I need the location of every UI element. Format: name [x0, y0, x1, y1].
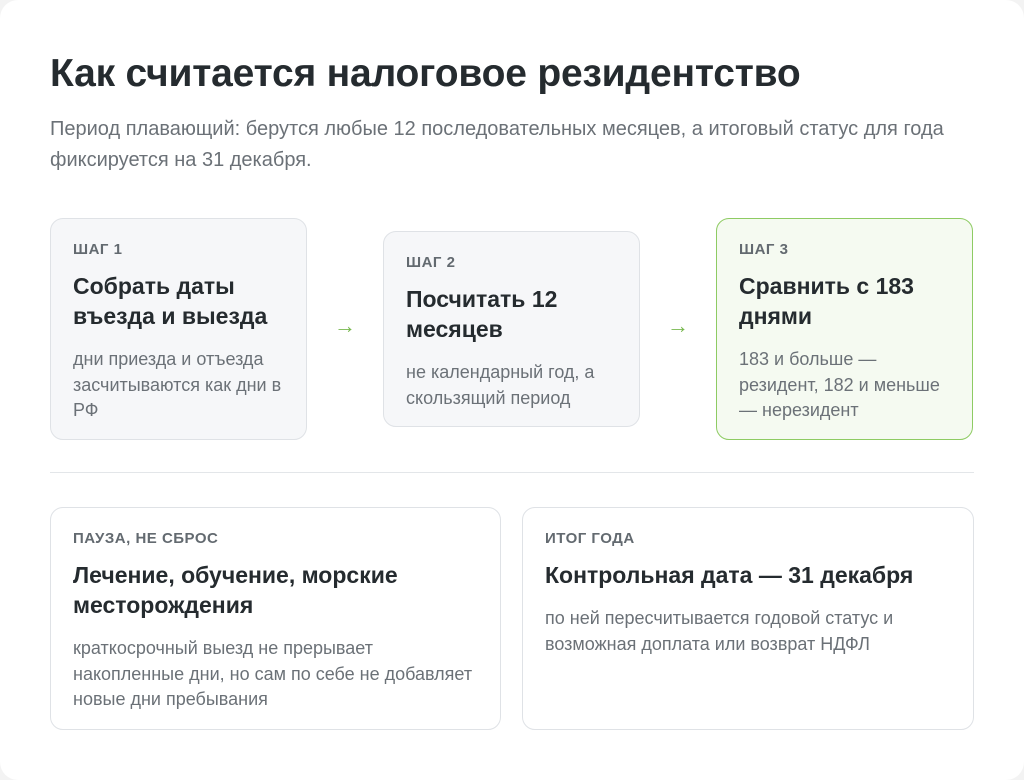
section-divider	[50, 472, 974, 473]
tax-residency-infographic: Как считается налоговое резидентство Пер…	[0, 0, 1024, 780]
step-3-highlighted-card: ШАГ 3 Сравнить с 183 днями 183 и больше …	[716, 218, 973, 440]
step-3-kicker: ШАГ 3	[739, 241, 789, 258]
arrow-right-icon: →	[334, 313, 356, 338]
year-result-description: по ней пересчитывается годовой статус и …	[545, 608, 894, 654]
step-1-kicker: ШАГ 1	[73, 241, 123, 258]
page-subtitle: Период плавающий: берутся любые 12 после…	[50, 118, 944, 171]
pause-card: ПАУЗА, НЕ СБРОС Лечение, обучение, морск…	[50, 507, 501, 730]
year-result-kicker: ИТОГ ГОДА	[545, 530, 635, 547]
pause-kicker: ПАУЗА, НЕ СБРОС	[73, 530, 219, 547]
pause-title: Лечение, обучение, морские месторождения	[73, 562, 398, 618]
step-2-card: ШАГ 2 Посчитать 12 месяцев не календарны…	[383, 231, 640, 427]
year-result-title: Контрольная дата — 31 декабря	[545, 562, 914, 588]
step-3-title: Сравнить с 183 днями	[739, 273, 914, 329]
pause-description: краткосрочный выезд не прерывает накопле…	[73, 638, 473, 709]
year-result-card: ИТОГ ГОДА Контрольная дата — 31 декабря …	[522, 507, 974, 730]
step-2-title: Посчитать 12 месяцев	[406, 286, 558, 342]
page-title: Как считается налоговое резидентство	[50, 52, 801, 95]
step-2-kicker: ШАГ 2	[406, 254, 456, 271]
arrow-right-icon: →	[667, 313, 689, 338]
step-2-description: не календарный год, а скользящий период	[406, 362, 595, 408]
step-1-description: дни приезда и отъезда засчитываются как …	[73, 349, 282, 420]
step-1-title: Собрать даты въезда и выезда	[73, 273, 268, 329]
step-1-card: ШАГ 1 Собрать даты въезда и выезда дни п…	[50, 218, 307, 440]
step-3-description: 183 и больше — резидент, 182 и меньше — …	[739, 349, 940, 420]
